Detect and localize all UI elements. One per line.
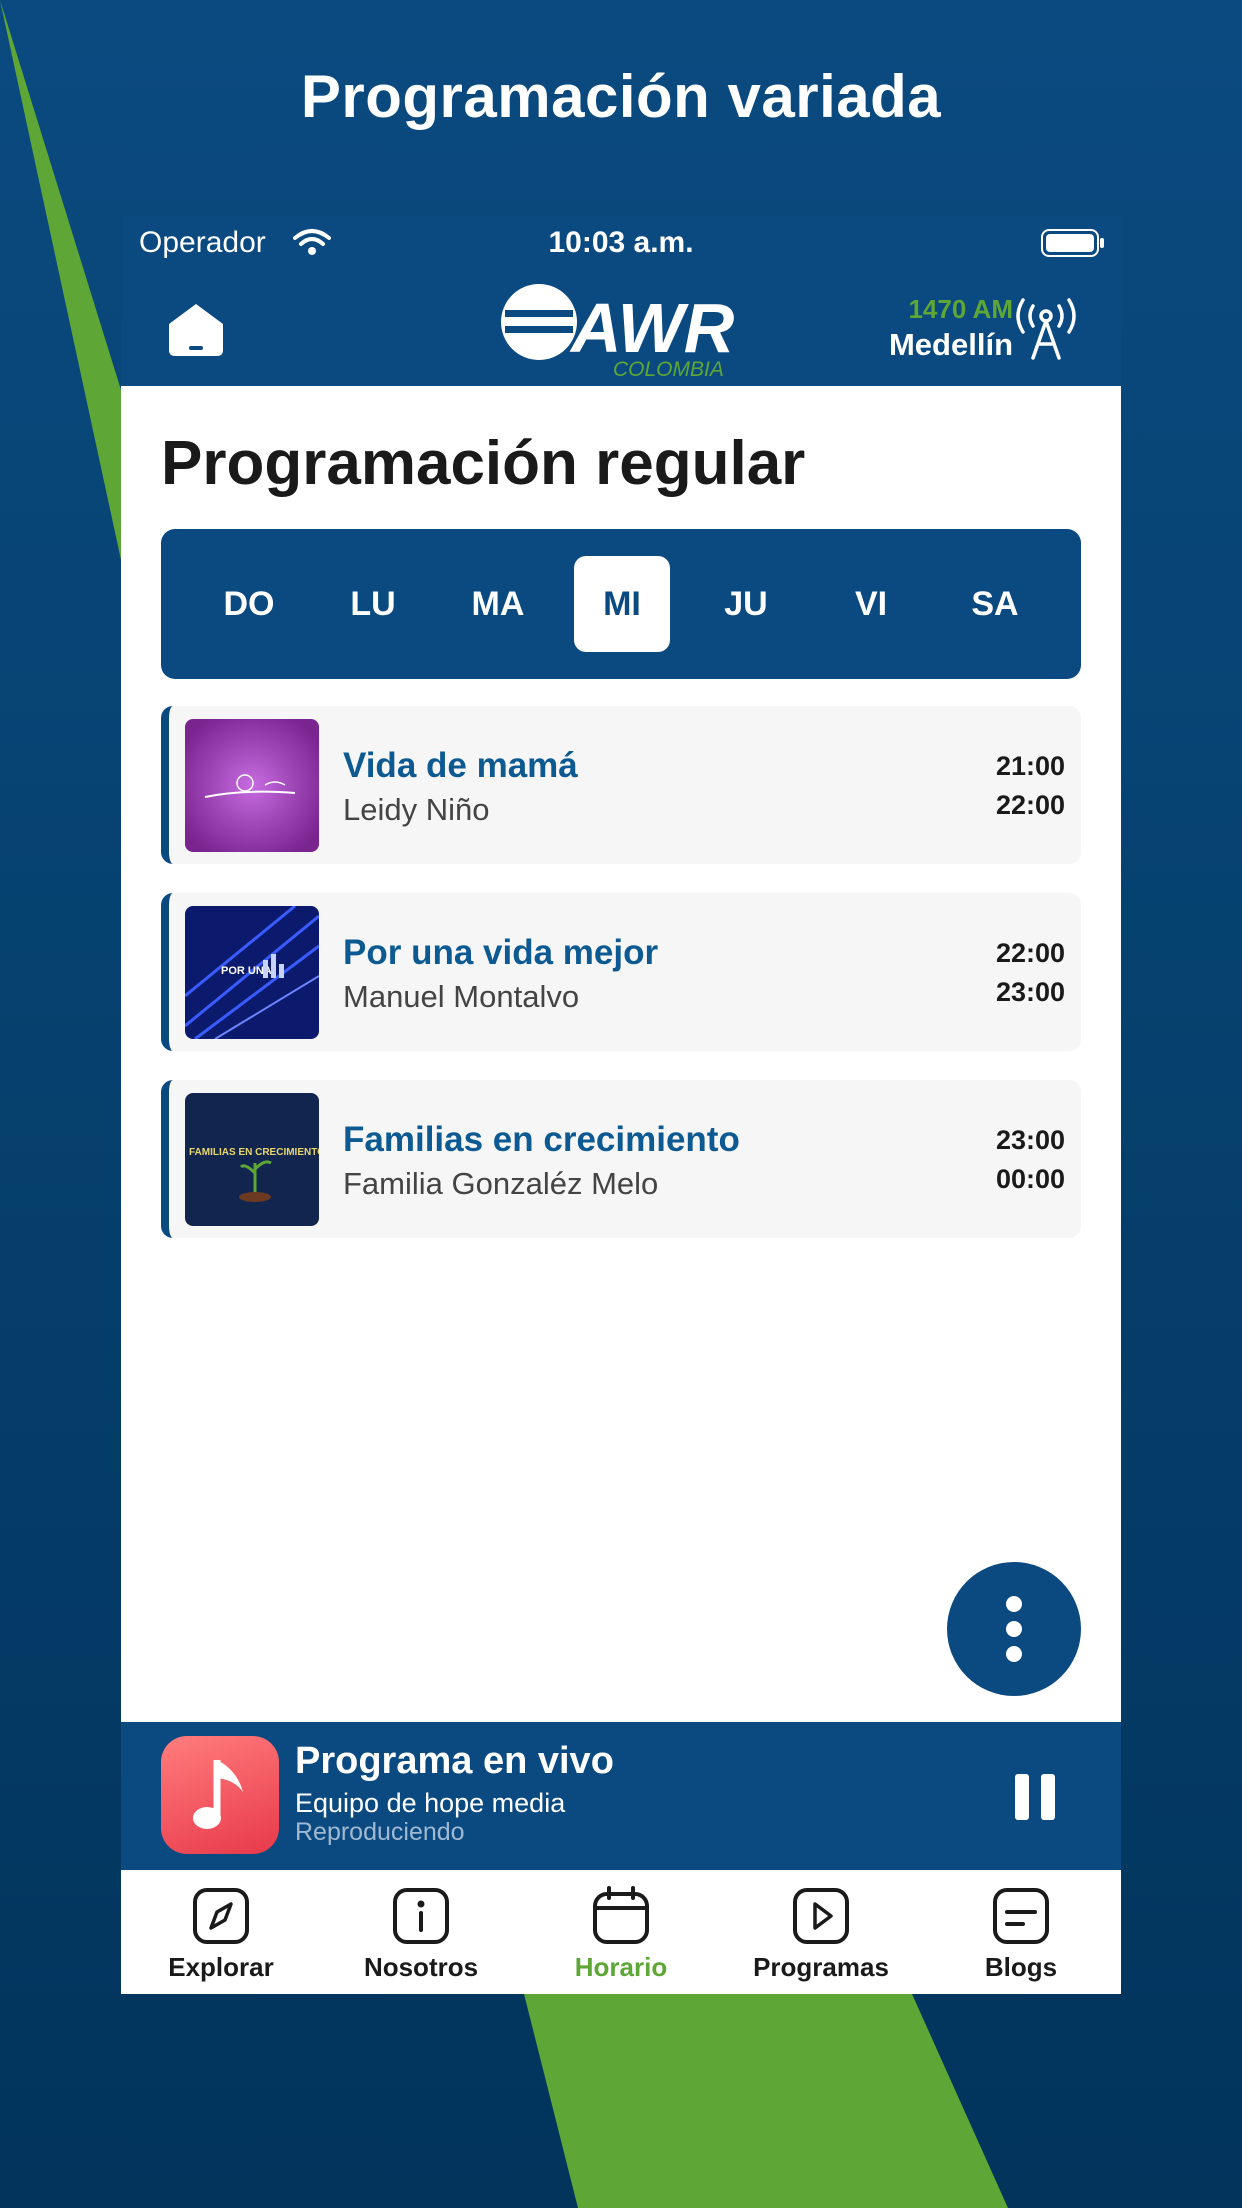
day-tab-lu[interactable]: LU (325, 556, 421, 652)
tab-blogs[interactable]: Blogs (921, 1886, 1121, 1983)
tab-horario[interactable]: Horario (521, 1886, 721, 1983)
day-tab-do[interactable]: DO (201, 556, 297, 652)
dot-icon (1006, 1596, 1022, 1612)
program-host: Leidy Niño (343, 792, 490, 827)
mini-player[interactable]: Programa en vivo Equipo de hope media Re… (121, 1722, 1121, 1870)
day-selector: DO LU MA MI JU VI SA (161, 529, 1081, 679)
clock: 10:03 a.m. (548, 226, 694, 259)
pause-icon[interactable] (1011, 1772, 1059, 1822)
program-title: Vida de mamá (343, 746, 578, 785)
program-card[interactable]: POR UNA Por una vida mejor Manuel Montal… (161, 893, 1081, 1051)
dot-icon (1006, 1621, 1022, 1637)
blog-icon (993, 1888, 1049, 1944)
awr-logo: AWR ® COLOMBIA (501, 284, 735, 380)
player-status: Reproduciendo (295, 1818, 465, 1846)
tab-label: Horario (574, 1952, 668, 1982)
bottom-tab-bar: Explorar Nosotros Horario Programas Blog… (121, 1870, 1121, 1994)
player-title: Programa en vivo (295, 1740, 614, 1782)
program-title: Por una vida mejor (343, 933, 659, 972)
program-host: Familia Gonzaléz Melo (343, 1166, 659, 1201)
tab-programas[interactable]: Programas (721, 1886, 921, 1983)
antenna-icon[interactable] (1015, 298, 1077, 360)
phone-screen: Operador 10:03 a.m. AWR ® COLOMBIA 1470 (121, 216, 1121, 1994)
tab-label: Explorar (168, 1952, 274, 1982)
program-start-time: 22:00 (995, 938, 1065, 968)
day-tab-ma[interactable]: MA (450, 556, 546, 652)
station-city: Medellín (888, 327, 1013, 362)
program-end-time: 00:00 (995, 1164, 1065, 1194)
station-info[interactable]: 1470 AM Medellín (889, 294, 1013, 363)
dot-icon (1006, 1646, 1022, 1662)
day-tab-ju[interactable]: JU (698, 556, 794, 652)
program-start-time: 21:00 (995, 751, 1065, 781)
thumbnail-text: FAMILIAS EN CRECIMIENTO (189, 1147, 319, 1158)
app-header: AWR ® COLOMBIA 1470 AM Medellín (121, 274, 1121, 386)
compass-icon (193, 1888, 249, 1944)
logo-text: AWR (569, 289, 735, 367)
home-icon[interactable] (167, 302, 225, 358)
program-card[interactable]: FAMILIAS EN CRECIMIENTO Familias en crec… (161, 1080, 1081, 1238)
play-icon (793, 1888, 849, 1944)
tab-nosotros[interactable]: Nosotros (321, 1886, 521, 1983)
battery-icon (1041, 229, 1104, 257)
promo-title: Programación variada (300, 63, 942, 130)
more-options-button[interactable] (947, 1562, 1081, 1696)
program-start-time: 23:00 (995, 1125, 1065, 1155)
program-end-time: 23:00 (995, 977, 1065, 1007)
logo-subtext: COLOMBIA (613, 358, 724, 380)
page-title: Programación regular (161, 429, 806, 498)
info-icon (393, 1888, 449, 1944)
player-subtitle: Equipo de hope media (295, 1788, 566, 1818)
music-note-icon (161, 1736, 279, 1854)
day-tab-vi[interactable]: VI (823, 556, 919, 652)
tab-label: Nosotros (363, 1952, 479, 1982)
program-thumbnail: FAMILIAS EN CRECIMIENTO (185, 1093, 319, 1226)
station-frequency: 1470 AM (908, 294, 1013, 324)
program-host: Manuel Montalvo (343, 979, 580, 1014)
program-end-time: 22:00 (995, 790, 1065, 820)
status-bar: Operador 10:03 a.m. (121, 216, 1121, 274)
program-card[interactable]: Vida de mamá Leidy Niño 21:00 22:00 (161, 706, 1081, 864)
program-thumbnail (185, 719, 319, 852)
program-thumbnail: POR UNA (185, 906, 319, 1039)
tab-label: Blogs (984, 1952, 1058, 1982)
calendar-icon (593, 1886, 649, 1944)
tab-explorar[interactable]: Explorar (121, 1886, 321, 1983)
day-tab-sa[interactable]: SA (947, 556, 1043, 652)
program-title: Familias en crecimiento (343, 1120, 740, 1159)
tab-label: Programas (753, 1952, 889, 1982)
day-tab-mi[interactable]: MI (574, 556, 670, 652)
